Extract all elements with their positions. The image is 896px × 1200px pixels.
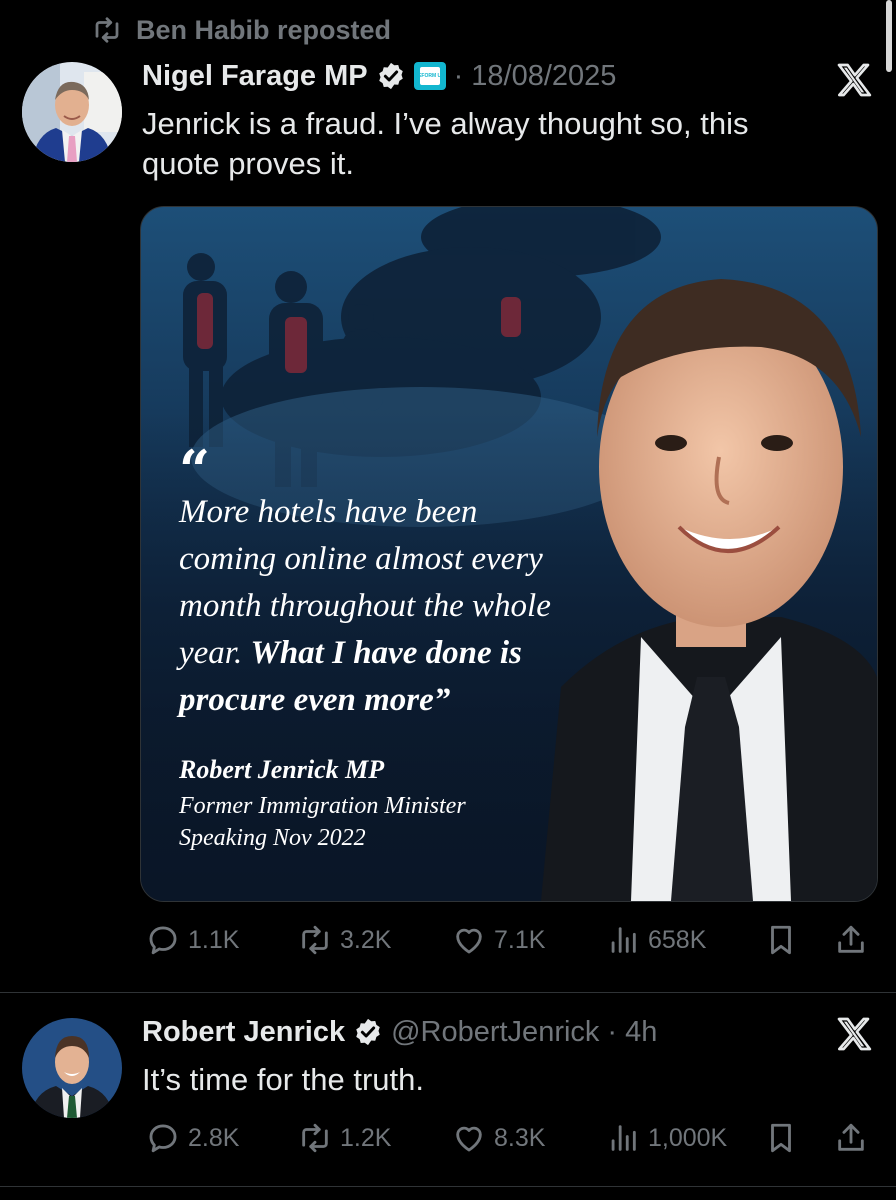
affiliation-badge-text: REFORM UK xyxy=(414,67,445,85)
reply-icon xyxy=(149,926,177,955)
bookmark-button[interactable] xyxy=(764,920,798,960)
views-count: 1,000K xyxy=(648,1123,728,1152)
like-button[interactable]: 8.3K xyxy=(452,1118,545,1158)
heart-icon xyxy=(456,1126,482,1152)
tweet-text-line-2: quote proves it. xyxy=(142,146,354,181)
share-icon xyxy=(838,925,864,953)
tweet-divider xyxy=(0,992,896,993)
affiliation-badge[interactable]: REFORM UK xyxy=(413,62,446,90)
quote-line: coming online almost every xyxy=(179,541,543,577)
reply-button[interactable]: 1.1K xyxy=(146,920,239,960)
share-button[interactable] xyxy=(834,920,868,960)
like-button[interactable]: 7.1K xyxy=(452,920,545,960)
verified-badge-icon[interactable] xyxy=(353,1017,383,1047)
quote-close: ” xyxy=(433,682,451,718)
views-button[interactable]: 1,000K xyxy=(606,1118,727,1158)
views-button[interactable]: 658K xyxy=(606,920,706,960)
repost-button[interactable]: 1.2K xyxy=(298,1118,391,1158)
share-icon xyxy=(838,1123,864,1151)
separator: · xyxy=(607,1015,618,1048)
quote-line: More hotels have been xyxy=(179,494,478,530)
reply-icon xyxy=(149,1124,177,1153)
x-logo-icon[interactable] xyxy=(834,60,874,100)
quote-attribution-role: Former Immigration Minister xyxy=(179,793,466,819)
quote-bold: procure even more xyxy=(179,682,434,718)
tweet-image[interactable]: “ More hotels have been coming online al… xyxy=(140,206,878,902)
repost-icon xyxy=(302,1123,328,1153)
tweet-divider xyxy=(0,1186,896,1187)
share-button[interactable] xyxy=(834,1118,868,1158)
timestamp[interactable]: 18/08/2025 xyxy=(471,60,616,93)
reply-button[interactable]: 2.8K xyxy=(146,1118,239,1158)
tweet-text: It’s time for the truth. xyxy=(142,1062,424,1097)
quote-line: year. What I have done is xyxy=(179,630,649,677)
like-count: 7.1K xyxy=(494,925,546,954)
display-name[interactable]: Robert Jenrick xyxy=(142,1016,345,1049)
scrollbar[interactable] xyxy=(886,0,892,72)
views-icon xyxy=(611,927,636,953)
timestamp[interactable]: 4h xyxy=(625,1016,657,1049)
quote-bold: What I have done is xyxy=(250,635,522,671)
quote-line: procure even more” xyxy=(179,677,649,724)
repost-count: 3.2K xyxy=(340,925,392,954)
like-count: 8.3K xyxy=(494,1123,546,1152)
tweet-header: Nigel Farage MP REFORM UK · 18/08/2025 xyxy=(142,56,616,96)
handle[interactable]: @RobertJenrick xyxy=(391,1016,599,1049)
views-icon xyxy=(611,1125,636,1151)
repost-icon xyxy=(95,17,119,43)
heart-icon xyxy=(456,928,482,954)
quote-attribution-date: Speaking Nov 2022 xyxy=(179,825,366,851)
tweet-text-line-1: Jenrick is a fraud. I’ve alway thought s… xyxy=(142,106,749,141)
bookmark-icon xyxy=(771,1123,791,1153)
bookmark-button[interactable] xyxy=(764,1118,798,1158)
bookmark-icon xyxy=(771,925,791,955)
x-logo-icon[interactable] xyxy=(834,1014,874,1054)
repost-text: Ben Habib reposted xyxy=(136,14,392,45)
repost-button[interactable]: 3.2K xyxy=(298,920,391,960)
views-count: 658K xyxy=(648,925,707,954)
repost-indicator[interactable]: Ben Habib reposted xyxy=(92,12,391,48)
verified-badge-icon[interactable] xyxy=(376,61,406,91)
avatar-jenrick[interactable] xyxy=(22,1018,122,1118)
reply-count: 1.1K xyxy=(188,925,240,954)
display-name[interactable]: Nigel Farage MP xyxy=(142,60,368,93)
quote-text: More hotels have been coming online almo… xyxy=(179,489,649,724)
quote-line: month throughout the whole xyxy=(179,588,551,624)
repost-icon xyxy=(302,925,328,955)
tweet-header: Robert Jenrick @RobertJenrick · 4h xyxy=(142,1012,657,1052)
avatar-farage[interactable] xyxy=(22,62,122,162)
separator: · xyxy=(453,59,464,92)
repost-count: 1.2K xyxy=(340,1123,392,1152)
reply-count: 2.8K xyxy=(188,1123,240,1152)
quote-plain: year. xyxy=(179,635,251,671)
quote-attribution-name: Robert Jenrick MP xyxy=(179,755,385,784)
